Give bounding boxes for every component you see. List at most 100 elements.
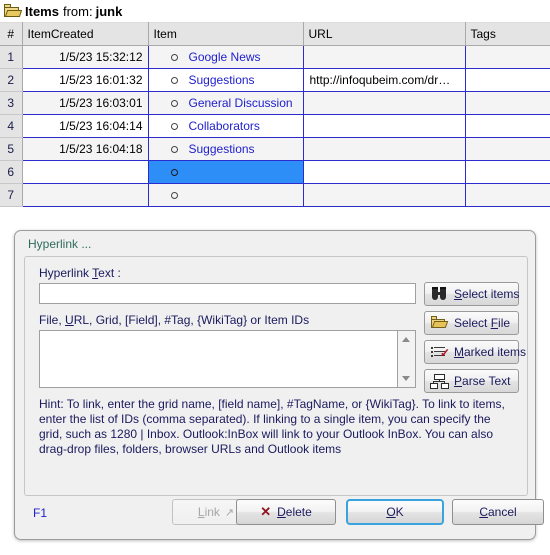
cell-url[interactable]	[303, 114, 466, 138]
items-grid[interactable]: # ItemCreated Item URL Tags 1 1/5/23 15:3…	[0, 22, 550, 207]
scroll-down-arrow-icon[interactable]	[402, 376, 410, 381]
bullet-icon	[170, 99, 178, 107]
delete-button-label: Delete	[277, 505, 312, 519]
cell-itemcreated[interactable]: 1/5/23 16:04:14	[22, 114, 149, 138]
row-number[interactable]: 7	[0, 183, 23, 207]
window-title-from: from:	[62, 3, 93, 19]
column-header-tags[interactable]: Tags	[465, 22, 550, 46]
cell-itemcreated[interactable]	[22, 183, 149, 207]
cell-item[interactable]	[148, 160, 304, 184]
marked-items-label: Marked items	[454, 345, 527, 359]
row-number[interactable]: 6	[0, 160, 23, 184]
ok-button-label: OK	[386, 505, 404, 519]
window-title-prefix: Items	[25, 3, 59, 19]
table-row[interactable]: 3 1/5/23 16:03:01 General Discussion	[0, 91, 550, 115]
cell-item[interactable]: Suggestions	[148, 68, 304, 92]
bullet-icon	[170, 53, 178, 61]
ids-textarea[interactable]	[39, 330, 398, 388]
parse-text-button[interactable]: Parse Text	[424, 369, 519, 393]
binoculars-icon	[430, 286, 450, 302]
column-header-num[interactable]: #	[0, 22, 23, 46]
cell-url[interactable]	[303, 137, 466, 161]
cell-tags[interactable]	[465, 68, 550, 92]
table-row[interactable]: 1 1/5/23 15:32:12 Google News	[0, 45, 550, 69]
column-header-itemcreated[interactable]: ItemCreated	[22, 22, 149, 46]
hyperlink-text-input[interactable]	[39, 283, 416, 304]
arrow-up-right-icon: ↗	[224, 506, 235, 519]
dialog-title: Hyperlink ...	[28, 237, 92, 251]
ok-button[interactable]: OK	[346, 499, 444, 525]
cell-itemcreated[interactable]: 1/5/23 15:32:12	[22, 45, 149, 69]
column-header-item[interactable]: Item	[148, 22, 304, 46]
delete-button[interactable]: ✕ Delete	[236, 499, 336, 525]
table-row[interactable]: 2 1/5/23 16:01:32 Suggestions http://infoqu…	[0, 68, 550, 92]
folder-open-icon	[4, 4, 23, 18]
cell-url[interactable]: http://infoqubeim.com/dr…	[303, 68, 466, 92]
cell-item[interactable]: Collaborators	[148, 114, 304, 138]
select-file-label: Select File	[454, 316, 511, 330]
cell-url[interactable]	[303, 183, 466, 207]
cell-tags[interactable]	[465, 114, 550, 138]
row-number[interactable]: 2	[0, 68, 23, 92]
ids-textarea-scrollbar[interactable]	[398, 330, 416, 388]
table-row[interactable]: 5 1/5/23 16:04:18 Suggestions	[0, 137, 550, 161]
row-number[interactable]: 3	[0, 91, 23, 115]
cell-tags[interactable]	[465, 183, 550, 207]
scroll-up-arrow-icon[interactable]	[402, 337, 410, 342]
hierarchy-icon	[430, 373, 450, 389]
item-link[interactable]: Google News	[189, 50, 261, 64]
select-file-button[interactable]: Select File	[424, 311, 519, 335]
window-title-source: junk	[95, 3, 123, 19]
cell-tags[interactable]	[465, 45, 550, 69]
cell-tags[interactable]	[465, 137, 550, 161]
dialog-footer: F1 Link ↗ ✕ Delete OK Cancel	[15, 497, 544, 531]
table-row[interactable]: 4 1/5/23 16:04:14 Collaborators	[0, 114, 550, 138]
cell-item[interactable]: General Discussion	[148, 91, 304, 115]
item-link[interactable]: Suggestions	[189, 73, 255, 87]
link-button-label: Link	[197, 505, 220, 519]
marked-items-button[interactable]: ✓ Marked items	[424, 340, 526, 364]
column-header-url[interactable]: URL	[303, 22, 466, 46]
hint-text: Hint: To link, enter the grid name, [fie…	[39, 397, 505, 456]
cell-url[interactable]	[303, 45, 466, 69]
x-mark-icon: ✕	[260, 504, 272, 519]
folder-open-icon	[430, 315, 450, 331]
parse-text-label: Parse Text	[454, 374, 511, 388]
bullet-icon	[170, 122, 178, 130]
cell-item[interactable]: Google News	[148, 45, 304, 69]
cancel-button[interactable]: Cancel	[452, 499, 544, 525]
cell-tags[interactable]	[465, 91, 550, 115]
window-title-bar: Items from: junk	[0, 0, 550, 22]
cell-tags[interactable]	[465, 160, 550, 184]
item-link[interactable]: Collaborators	[189, 119, 260, 133]
cell-url[interactable]	[303, 160, 466, 184]
marked-list-icon: ✓	[430, 344, 450, 360]
select-items-label: Select items	[454, 287, 520, 301]
cancel-button-label: Cancel	[479, 505, 517, 519]
table-row[interactable]: 6	[0, 160, 550, 184]
bullet-icon	[170, 191, 178, 199]
cell-itemcreated[interactable]: 1/5/23 16:04:18	[22, 137, 149, 161]
grid-header-row: # ItemCreated Item URL Tags	[0, 22, 550, 46]
cell-url[interactable]	[303, 91, 466, 115]
hyperlink-text-label: Hyperlink Text :	[39, 266, 121, 280]
cell-item[interactable]: Suggestions	[148, 137, 304, 161]
f1-help-link[interactable]: F1	[33, 506, 47, 520]
table-row[interactable]: 7	[0, 183, 550, 207]
bullet-icon	[170, 168, 178, 176]
hyperlink-dialog: Hyperlink ... Hyperlink Text : File, URL…	[14, 230, 544, 540]
cell-itemcreated[interactable]: 1/5/23 16:03:01	[22, 91, 149, 115]
select-items-button[interactable]: Select items	[424, 282, 519, 306]
dialog-group-box: Hyperlink Text : File, URL, Grid, [Field…	[24, 256, 528, 496]
cell-itemcreated[interactable]: 1/5/23 16:01:32	[22, 68, 149, 92]
bullet-icon	[170, 145, 178, 153]
item-link[interactable]: Suggestions	[189, 142, 255, 156]
item-link[interactable]: General Discussion	[189, 96, 293, 110]
ids-field-label: File, URL, Grid, [Field], #Tag, {WikiTag…	[39, 313, 310, 327]
cell-itemcreated[interactable]	[22, 160, 149, 184]
row-number[interactable]: 1	[0, 45, 23, 69]
row-number[interactable]: 5	[0, 137, 23, 161]
bullet-icon	[170, 76, 178, 84]
cell-item[interactable]	[148, 183, 304, 207]
row-number[interactable]: 4	[0, 114, 23, 138]
